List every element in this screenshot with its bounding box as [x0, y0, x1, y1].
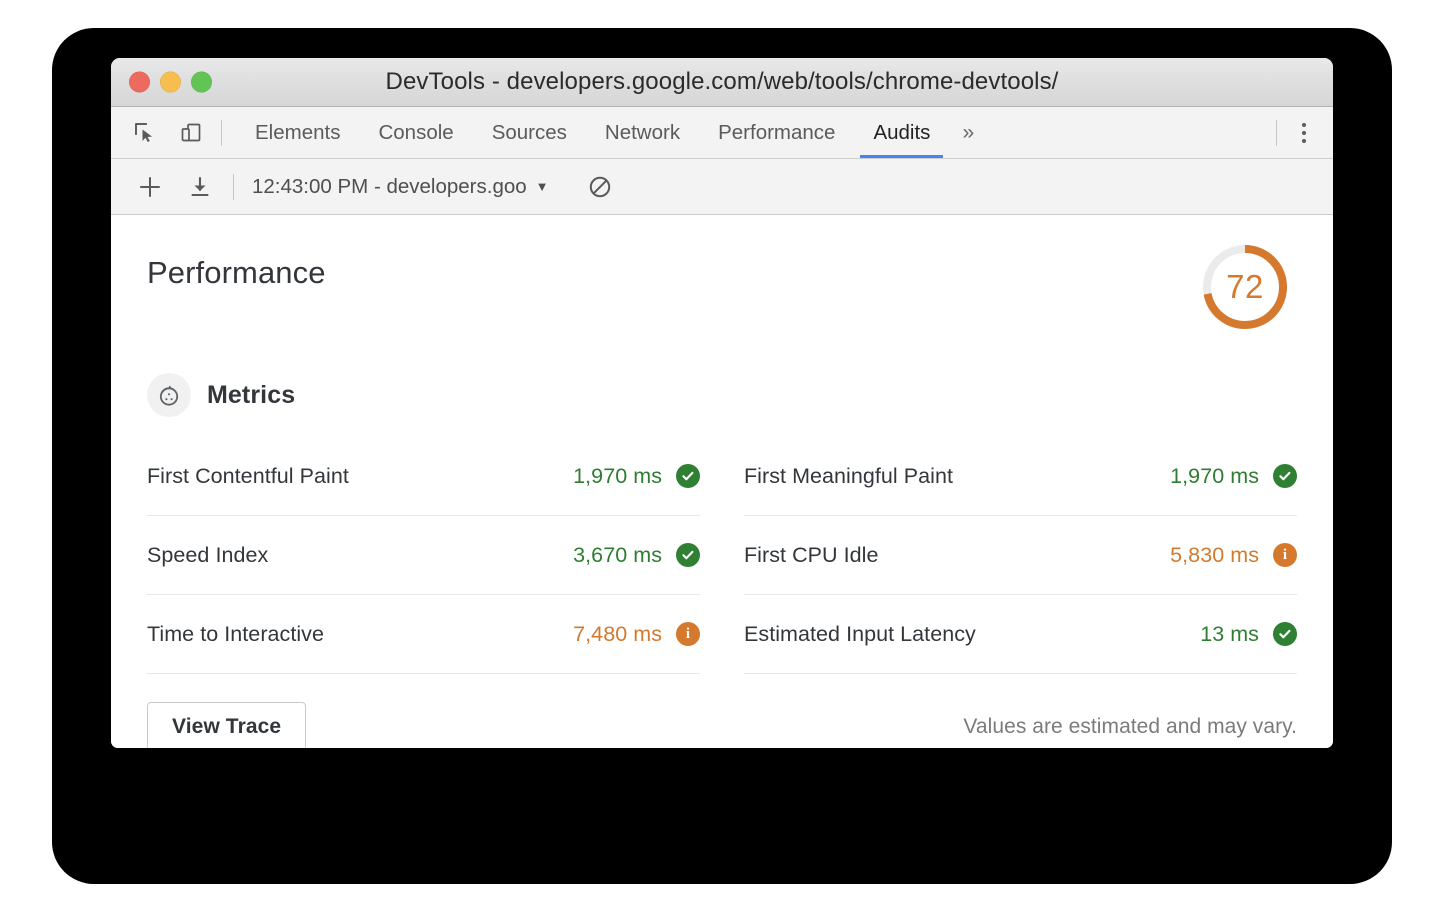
metric-value-group: 13 ms [1200, 622, 1297, 647]
maximize-button[interactable] [191, 72, 212, 93]
metrics-grid: First Contentful Paint 1,970 ms Speed In… [147, 437, 1297, 674]
audit-report: Performance 72 Metrics [111, 215, 1333, 748]
tab-label: Performance [718, 121, 835, 145]
audits-actionbar: 12:43:00 PM - developers.goo ▼ [111, 159, 1333, 215]
window-controls [129, 72, 212, 93]
table-row[interactable]: Speed Index 3,670 ms [147, 516, 700, 595]
metric-value: 1,970 ms [1170, 464, 1259, 489]
check-circle-icon [676, 543, 700, 567]
panel-tabs: Elements Console Sources Network Perform… [236, 107, 987, 158]
minimize-button[interactable] [160, 72, 181, 93]
metric-value: 5,830 ms [1170, 543, 1259, 568]
metric-value-group: 5,830 ms i [1170, 543, 1297, 568]
metrics-footer: View Trace Values are estimated and may … [147, 702, 1297, 748]
tab-performance[interactable]: Performance [699, 107, 854, 158]
metric-value: 13 ms [1200, 622, 1259, 647]
table-row[interactable]: Estimated Input Latency 13 ms [744, 595, 1297, 674]
chevron-down-icon: ▼ [536, 180, 549, 193]
tab-network[interactable]: Network [586, 107, 699, 158]
table-row[interactable]: Time to Interactive 7,480 ms i [147, 595, 700, 674]
page-title: Performance [147, 257, 326, 288]
table-row[interactable]: First Contentful Paint 1,970 ms [147, 437, 700, 516]
window-titlebar: DevTools - developers.google.com/web/too… [111, 58, 1333, 107]
tab-console[interactable]: Console [359, 107, 472, 158]
devtools-window: DevTools - developers.google.com/web/too… [111, 58, 1333, 748]
category-header: Performance 72 [111, 257, 1333, 335]
toolbar-divider [221, 120, 222, 146]
metrics-column-left: First Contentful Paint 1,970 ms Speed In… [147, 437, 700, 674]
metric-value-group: 1,970 ms [573, 464, 700, 489]
tab-audits[interactable]: Audits [854, 107, 949, 158]
metric-label: First Contentful Paint [147, 464, 349, 489]
metric-label: First CPU Idle [744, 543, 879, 568]
check-circle-icon [676, 464, 700, 488]
metric-label: First Meaningful Paint [744, 464, 953, 489]
tab-elements[interactable]: Elements [236, 107, 359, 158]
metrics-section-header: Metrics [147, 373, 1333, 417]
tab-label: Network [605, 121, 680, 145]
inspect-element-icon[interactable] [131, 119, 159, 147]
tab-label: Elements [255, 121, 340, 145]
table-row[interactable]: First Meaningful Paint 1,970 ms [744, 437, 1297, 516]
stopwatch-icon [147, 373, 191, 417]
tab-label: Audits [873, 121, 930, 145]
metric-value-group: 3,670 ms [573, 543, 700, 568]
download-icon[interactable] [183, 170, 217, 204]
more-options-icon[interactable] [1291, 119, 1317, 147]
close-button[interactable] [129, 72, 150, 93]
metric-value: 1,970 ms [573, 464, 662, 489]
devtools-tabbar: Elements Console Sources Network Perform… [111, 107, 1333, 159]
metric-label: Estimated Input Latency [744, 622, 976, 647]
check-circle-icon [1273, 464, 1297, 488]
toolbar-icons [131, 107, 221, 158]
tab-label: Sources [492, 121, 567, 145]
metric-value-group: 7,480 ms i [573, 622, 700, 647]
no-entry-icon[interactable] [583, 170, 617, 204]
audit-report-select[interactable]: 12:43:00 PM - developers.goo ▼ [252, 175, 549, 199]
table-row[interactable]: First CPU Idle 5,830 ms i [744, 516, 1297, 595]
metrics-title: Metrics [207, 381, 295, 410]
metric-label: Time to Interactive [147, 622, 324, 647]
metric-value: 7,480 ms [573, 622, 662, 647]
info-circle-icon: i [1273, 543, 1297, 567]
more-tabs-icon[interactable]: » [949, 107, 987, 158]
check-circle-icon [1273, 622, 1297, 646]
tab-sources[interactable]: Sources [473, 107, 586, 158]
performance-score-value: 72 [1197, 239, 1293, 335]
metrics-column-right: First Meaningful Paint 1,970 ms First CP… [744, 437, 1297, 674]
metric-label: Speed Index [147, 543, 268, 568]
window-title: DevTools - developers.google.com/web/too… [111, 68, 1333, 96]
tabbar-right-group [1276, 107, 1333, 158]
metric-value-group: 1,970 ms [1170, 464, 1297, 489]
audit-report-label: 12:43:00 PM - developers.goo [252, 175, 527, 199]
view-trace-button[interactable]: View Trace [147, 702, 306, 748]
more-tabs-label: » [962, 121, 974, 145]
metric-value: 3,670 ms [573, 543, 662, 568]
tabbar-right-divider [1276, 120, 1277, 146]
estimate-note: Values are estimated and may vary. [963, 715, 1297, 739]
plus-icon[interactable] [133, 170, 167, 204]
tab-label: Console [378, 121, 453, 145]
actionbar-divider [233, 174, 234, 200]
device-toolbar-icon[interactable] [177, 119, 205, 147]
performance-score-gauge: 72 [1197, 239, 1293, 335]
info-circle-icon: i [676, 622, 700, 646]
